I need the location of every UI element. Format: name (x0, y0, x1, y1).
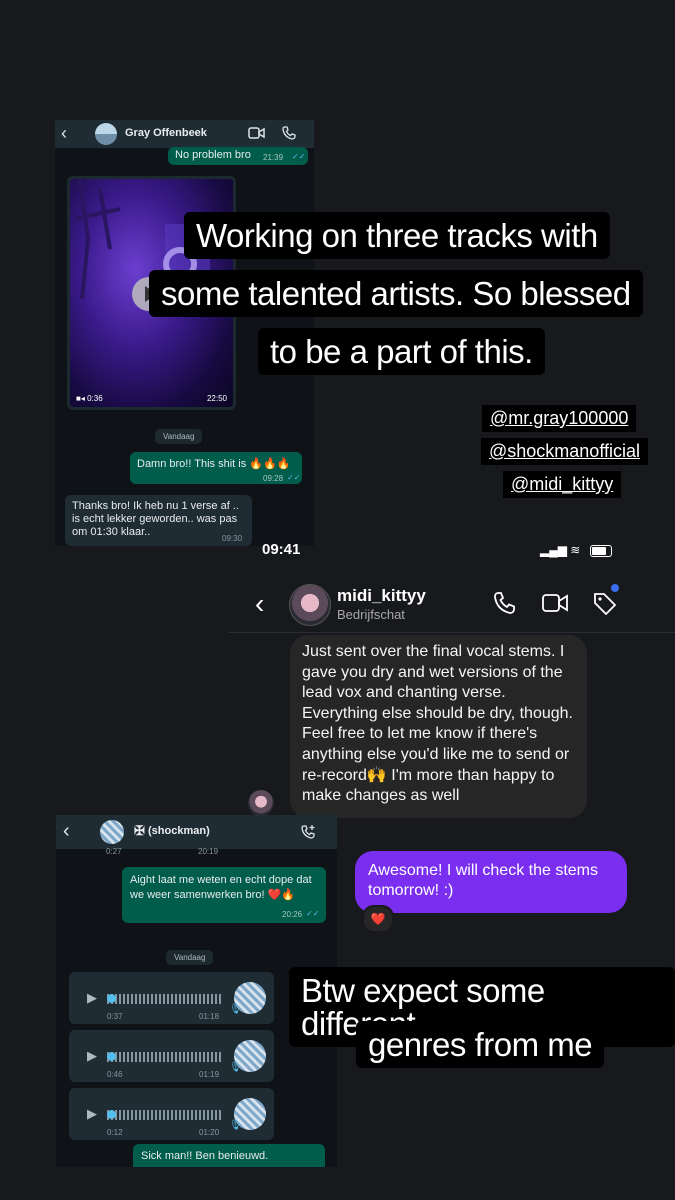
read-ticks-icon: ✓✓ (292, 152, 306, 161)
message-text: Damn bro!! This shit is 🔥🔥🔥 (137, 458, 291, 470)
phone-icon[interactable] (493, 591, 517, 615)
play-icon[interactable]: ▶ (87, 990, 97, 1006)
voice-message[interactable]: ▶ 0:46 01:19 🎙 (69, 1030, 274, 1082)
notification-dot (611, 584, 619, 592)
video-call-icon[interactable] (542, 593, 568, 613)
message-bubble-out: Damn bro!! This shit is 🔥🔥🔥 09:28 ✓✓ (130, 452, 302, 484)
message-text: Awesome! I will check the stems tomorrow… (368, 862, 599, 899)
seek-handle[interactable] (107, 1110, 116, 1119)
message-bubble-in: Thanks bro! Ik heb nu 1 verse af .. is e… (65, 495, 252, 546)
mic-icon: 🎙 (229, 1120, 242, 1131)
contact-name-emblem-icon: ✠ (134, 823, 145, 838)
story-caption-line: genres from me (356, 1021, 605, 1068)
read-ticks-icon: ✓✓ (287, 473, 301, 482)
voice-duration: 0:37 (107, 1012, 123, 1021)
story-caption-line: Working on three tracks with (184, 212, 610, 259)
chat-subtitle: Bedrijfschat (337, 607, 405, 622)
voice-message[interactable]: ▶ 0:12 01:20 🎙 (69, 1088, 274, 1140)
video-duration: ■◂ 0:36 (76, 394, 103, 403)
seek-handle[interactable] (107, 994, 116, 1003)
chat-header: ‹ ✠ (shockman) (56, 815, 337, 849)
read-ticks-icon: ✓✓ (306, 909, 320, 918)
contact-name[interactable]: Gray Offenbeek (125, 127, 207, 139)
header-divider (228, 632, 675, 633)
mic-icon: 🎙 (229, 1062, 242, 1073)
voice-message[interactable]: ▶ 0:37 01:18 🎙 (69, 972, 274, 1024)
avatar[interactable] (100, 820, 124, 844)
waveform[interactable] (107, 1110, 222, 1120)
message-time: 20:26 (282, 910, 303, 919)
phone-icon[interactable] (282, 126, 296, 140)
voice-duration: 0:12 (107, 1128, 123, 1137)
waveform[interactable] (107, 1052, 222, 1062)
message-text: Thanks bro! Ik heb nu 1 verse af .. is e… (72, 500, 239, 538)
video-time: 22:50 (206, 394, 227, 403)
voice-time: 01:19 (199, 1070, 220, 1079)
message-bubble-in: Just sent over the final vocal stems. I … (290, 635, 587, 818)
mic-icon: 🎙 (229, 1004, 242, 1015)
back-arrow-icon[interactable]: ‹ (255, 588, 264, 620)
story-caption-line: some talented artists. So blessed (149, 270, 643, 317)
play-icon[interactable]: ▶ (87, 1106, 97, 1122)
heart-reaction-icon[interactable]: ❤️ (362, 905, 394, 933)
message-time: 21:39 (263, 153, 284, 162)
avatar (248, 790, 274, 816)
status-bar-time: 09:41 (262, 541, 301, 558)
username[interactable]: midi_kittyy (337, 586, 426, 606)
message-time: 09:28 (263, 474, 284, 483)
waveform[interactable] (107, 994, 222, 1004)
play-icon[interactable]: ▶ (87, 1048, 97, 1064)
contact-name[interactable]: (shockman) (148, 825, 210, 837)
message-text: Just sent over the final vocal stems. I … (302, 643, 573, 805)
back-arrow-icon[interactable]: ‹ (63, 820, 70, 843)
tag-icon[interactable] (592, 591, 618, 615)
date-chip: Vandaag (166, 950, 214, 965)
chat-header: ‹ Gray Offenbeek (55, 120, 314, 148)
avatar[interactable] (95, 123, 117, 145)
message-text: Sick man!! Ben benieuwd. (141, 1150, 269, 1162)
avatar[interactable] (289, 584, 331, 626)
message-bubble-out: No problem bro 21:39 ✓✓ (168, 147, 308, 165)
signal-wifi-icon: ▂▄▆ ≋ (540, 543, 581, 557)
back-arrow-icon[interactable]: ‹ (61, 123, 67, 144)
mention-sticker[interactable]: @midi_kittyy (503, 471, 622, 498)
video-call-icon[interactable] (248, 127, 265, 139)
mention-sticker[interactable]: @mr.gray100000 (482, 405, 637, 432)
message-time: 20:19 (198, 847, 219, 856)
message-bubble-out: Awesome! I will check the stems tomorrow… (355, 851, 627, 913)
story-caption-line: to be a part of this. (258, 328, 545, 375)
battery-icon (590, 545, 612, 557)
voice-time: 01:18 (199, 1012, 220, 1021)
add-call-icon[interactable] (301, 824, 317, 840)
message-text: Aight laat me weten en echt dope dat we … (130, 874, 312, 901)
message-bubble-out: Sick man!! Ben benieuwd. (133, 1144, 325, 1167)
mention-sticker[interactable]: @shockmanofficial (481, 438, 649, 465)
message-time: 0:27 (106, 847, 122, 856)
voice-time: 01:20 (199, 1128, 220, 1137)
seek-handle[interactable] (107, 1052, 116, 1061)
message-text: No problem bro (175, 149, 251, 161)
voice-duration: 0:46 (107, 1070, 123, 1079)
message-time: 09:30 (222, 534, 243, 543)
date-chip: Vandaag (155, 429, 203, 444)
message-bubble-out: Aight laat me weten en echt dope dat we … (122, 867, 326, 923)
